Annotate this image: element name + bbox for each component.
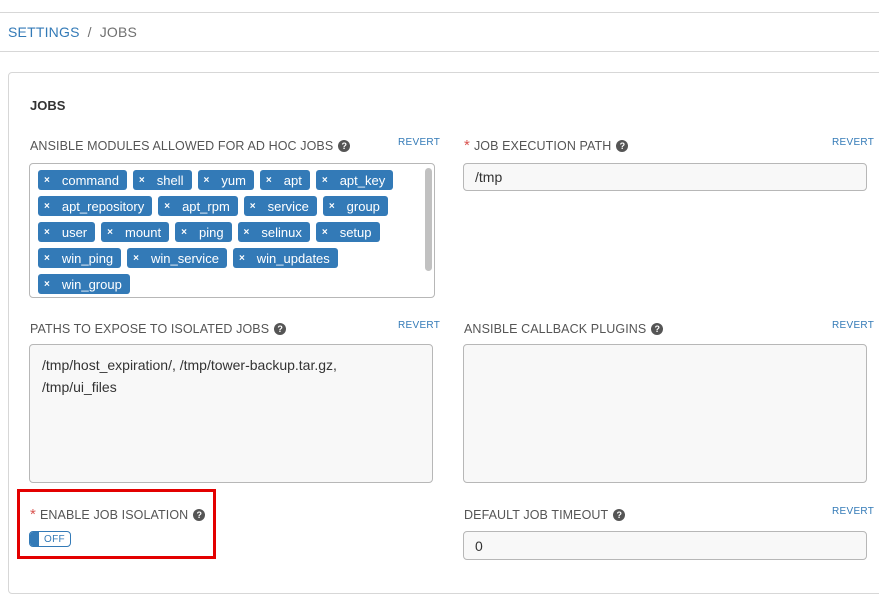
job-timeout-input[interactable]: 0	[463, 531, 867, 560]
job-execution-path-revert-link[interactable]: REVERT	[832, 137, 874, 148]
callback-plugins-textarea[interactable]	[463, 344, 867, 483]
times-icon[interactable]: ×	[244, 227, 250, 238]
module-tag[interactable]: × apt_key	[315, 170, 394, 190]
module-tag-label: win_service	[151, 250, 219, 266]
question-circle-icon[interactable]: ?	[338, 140, 351, 152]
question-circle-icon[interactable]: ?	[616, 140, 629, 152]
times-icon[interactable]: ×	[329, 201, 335, 212]
required-asterisk: *	[464, 137, 470, 154]
job-timeout-label-text: DEFAULT JOB TIMEOUT	[464, 508, 609, 522]
job-timeout-value: 0	[475, 537, 483, 554]
times-icon[interactable]: ×	[164, 201, 170, 212]
job-execution-path-label-text: JOB EXECUTION PATH	[473, 139, 612, 153]
module-tag-label: shell	[156, 172, 184, 188]
module-tag[interactable]: × selinux	[237, 222, 310, 242]
module-tag[interactable]: × service	[243, 196, 317, 216]
ansible-modules-tag-list: × command × shell × yum × apt × apt_key × apt_repos…	[38, 170, 420, 297]
module-tag[interactable]: × mount	[101, 222, 170, 242]
module-tag[interactable]: × apt_repository	[38, 196, 153, 216]
module-tag-label: win_group	[61, 276, 122, 292]
breadcrumb-settings-link[interactable]: SETTINGS	[8, 24, 80, 40]
paths-to-expose-line-2: /tmp/ui_files	[42, 379, 117, 395]
module-tag-label: win_updates	[256, 250, 330, 266]
times-icon[interactable]: ×	[133, 253, 139, 264]
paths-to-expose-revert-link[interactable]: REVERT	[398, 320, 440, 331]
module-tag-label: selinux	[261, 224, 302, 240]
module-tag-label: service	[267, 198, 309, 214]
times-icon[interactable]: ×	[44, 279, 50, 290]
times-icon[interactable]: ×	[44, 253, 50, 264]
module-tag[interactable]: × shell	[132, 170, 192, 190]
module-tag-label: mount	[124, 224, 162, 240]
times-icon[interactable]: ×	[44, 201, 50, 212]
times-icon[interactable]: ×	[44, 227, 50, 238]
times-icon[interactable]: ×	[250, 201, 256, 212]
module-tag[interactable]: × win_updates	[232, 248, 338, 268]
module-tag-label: win_ping	[61, 250, 114, 266]
callback-plugins-label-text: ANSIBLE CALLBACK PLUGINS	[464, 322, 647, 336]
tag-box-scrollbar-thumb[interactable]	[425, 168, 432, 271]
question-circle-icon[interactable]: ?	[274, 323, 287, 335]
card-title: JOBS	[30, 98, 66, 113]
times-icon[interactable]: ×	[322, 227, 328, 238]
job-timeout-revert-link[interactable]: REVERT	[832, 506, 874, 517]
module-tag[interactable]: × win_service	[127, 248, 227, 268]
paths-to-expose-line-1: /tmp/host_expiration/, /tmp/tower-backup…	[42, 357, 337, 373]
module-tag-label: apt_rpm	[182, 198, 230, 214]
module-tag[interactable]: × apt	[259, 170, 310, 190]
times-icon[interactable]: ×	[322, 175, 328, 186]
times-icon[interactable]: ×	[204, 175, 210, 186]
ansible-modules-label-text: ANSIBLE MODULES ALLOWED FOR AD HOC JOBS	[30, 139, 334, 153]
tag-box-scrollbar[interactable]	[425, 166, 432, 293]
breadcrumb-separator: /	[87, 24, 92, 40]
module-tag-label: setup	[339, 224, 372, 240]
module-tag[interactable]: × yum	[197, 170, 254, 190]
ansible-modules-label: ANSIBLE MODULES ALLOWED FOR AD HOC JOBS …	[30, 139, 351, 153]
paths-to-expose-label: PATHS TO EXPOSE TO ISOLATED JOBS ?	[30, 322, 287, 336]
module-tag[interactable]: × user	[38, 222, 96, 242]
module-tag[interactable]: × group	[322, 196, 388, 216]
question-circle-icon[interactable]: ?	[651, 323, 664, 335]
breadcrumb-current: JOBS	[99, 24, 138, 40]
callback-plugins-revert-link[interactable]: REVERT	[832, 320, 874, 331]
module-tag-label: user	[61, 224, 88, 240]
times-icon[interactable]: ×	[44, 175, 50, 186]
times-icon[interactable]: ×	[181, 227, 187, 238]
times-icon[interactable]: ×	[239, 253, 245, 264]
module-tag-label: ping	[198, 224, 224, 240]
paths-to-expose-label-text: PATHS TO EXPOSE TO ISOLATED JOBS	[30, 322, 270, 336]
module-tag-label: group	[346, 198, 380, 214]
breadcrumb: SETTINGS / JOBS	[0, 13, 879, 52]
question-circle-icon[interactable]: ?	[613, 509, 626, 521]
module-tag[interactable]: × win_group	[38, 274, 130, 294]
times-icon[interactable]: ×	[266, 175, 272, 186]
module-tag[interactable]: × apt_rpm	[158, 196, 238, 216]
ansible-modules-tag-input[interactable]: × command × shell × yum × apt × apt_key × apt_repos…	[29, 163, 435, 298]
job-execution-path-label: * JOB EXECUTION PATH ?	[464, 137, 629, 154]
job-timeout-label: DEFAULT JOB TIMEOUT ?	[464, 508, 626, 522]
job-execution-path-value: /tmp	[475, 169, 503, 185]
highlight-annotation-box	[17, 489, 216, 559]
callback-plugins-label: ANSIBLE CALLBACK PLUGINS ?	[464, 322, 664, 336]
times-icon[interactable]: ×	[139, 175, 145, 186]
ansible-modules-revert-link[interactable]: REVERT	[398, 137, 440, 148]
times-icon[interactable]: ×	[107, 227, 113, 238]
module-tag[interactable]: × command	[38, 170, 127, 190]
paths-to-expose-textarea[interactable]: /tmp/host_expiration/, /tmp/tower-backup…	[29, 344, 433, 483]
module-tag-label: apt_key	[339, 172, 386, 188]
job-execution-path-input[interactable]: /tmp	[463, 163, 867, 191]
module-tag-label: apt	[283, 172, 302, 188]
module-tag[interactable]: × setup	[315, 222, 380, 242]
module-tag-label: yum	[221, 172, 246, 188]
module-tag-label: apt_repository	[61, 198, 145, 214]
module-tag[interactable]: × ping	[175, 222, 232, 242]
module-tag[interactable]: × win_ping	[38, 248, 122, 268]
module-tag-label: command	[61, 172, 119, 188]
